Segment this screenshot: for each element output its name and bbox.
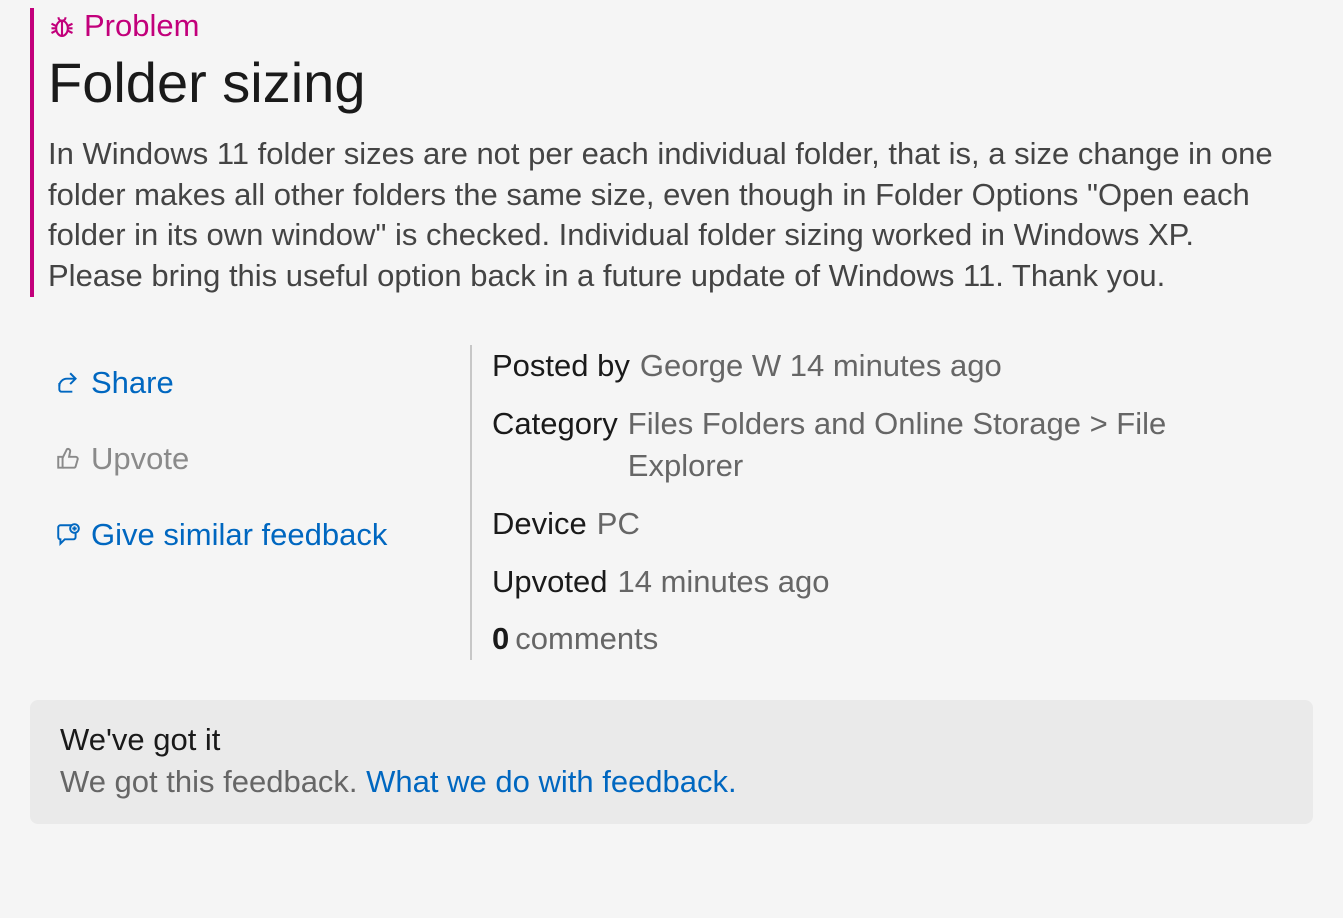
- bug-icon: [48, 12, 76, 40]
- feedback-detail-container: Problem Folder sizing In Windows 11 fold…: [0, 0, 1343, 854]
- problem-tag-label: Problem: [84, 8, 199, 44]
- comments-count: 0: [492, 618, 509, 660]
- posted-by-value: George W 14 minutes ago: [640, 345, 1002, 387]
- comments-label: comments: [515, 618, 658, 660]
- upvoted-value: 14 minutes ago: [617, 561, 829, 603]
- category-value: Files Folders and Online Storage > File …: [628, 403, 1288, 487]
- action-panel: Share Upvote Give similar feedback: [55, 345, 470, 660]
- posted-by-label: Posted by: [492, 345, 630, 387]
- device-value: PC: [597, 503, 640, 545]
- status-body-text: We got this feedback.: [60, 764, 358, 799]
- comments-row: 0 comments: [492, 618, 1288, 660]
- meta-row: Share Upvote Give similar feedback: [30, 325, 1313, 690]
- upvoted-label: Upvoted: [492, 561, 607, 603]
- feedback-title: Folder sizing: [48, 52, 1313, 114]
- feedback-plus-icon: [55, 522, 81, 548]
- status-card: We've got it We got this feedback. What …: [30, 700, 1313, 824]
- upvote-button[interactable]: Upvote: [55, 441, 470, 477]
- feedback-link[interactable]: What we do with feedback.: [366, 764, 736, 799]
- status-title: We've got it: [60, 722, 1283, 758]
- details-panel: Posted by George W 14 minutes ago Catego…: [492, 345, 1288, 660]
- similar-feedback-label: Give similar feedback: [91, 517, 387, 553]
- device-label: Device: [492, 503, 587, 545]
- posted-by-row: Posted by George W 14 minutes ago: [492, 345, 1288, 387]
- problem-tag: Problem: [48, 8, 1313, 44]
- status-body: We got this feedback. What we do with fe…: [60, 764, 1283, 800]
- divider: [470, 345, 472, 660]
- category-label: Category: [492, 403, 618, 487]
- upvote-label: Upvote: [91, 441, 189, 477]
- problem-block: Problem Folder sizing In Windows 11 fold…: [30, 8, 1313, 297]
- share-label: Share: [91, 365, 174, 401]
- thumbs-up-icon: [55, 446, 81, 472]
- share-button[interactable]: Share: [55, 365, 470, 401]
- give-similar-feedback-button[interactable]: Give similar feedback: [55, 517, 470, 553]
- device-row: Device PC: [492, 503, 1288, 545]
- upvoted-row: Upvoted 14 minutes ago: [492, 561, 1288, 603]
- feedback-description: In Windows 11 folder sizes are not per e…: [48, 134, 1293, 298]
- share-icon: [55, 370, 81, 396]
- category-row: Category Files Folders and Online Storag…: [492, 403, 1288, 487]
